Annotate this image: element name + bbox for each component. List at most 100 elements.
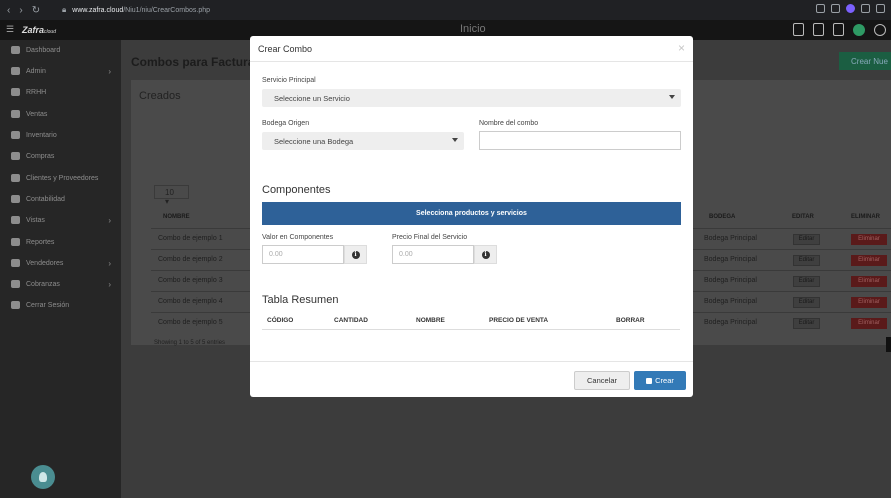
valor-info-addon[interactable]: i — [344, 245, 367, 264]
sidebar-item-inventario[interactable]: Inventario — [0, 126, 121, 144]
play-icon[interactable] — [861, 4, 870, 13]
close-icon[interactable]: × — [678, 41, 685, 55]
info-icon: i — [481, 250, 490, 259]
forward-icon[interactable]: › — [19, 5, 22, 16]
graduation-cap-icon[interactable] — [813, 23, 824, 36]
edit-icon — [11, 280, 20, 288]
sidebar-item-ventas[interactable]: Ventas — [0, 105, 121, 123]
report-icon — [11, 238, 20, 246]
logo-text: Zafra — [22, 25, 45, 35]
sidebar-item-compras[interactable]: Compras — [0, 147, 121, 165]
sidebar-item-dashboard[interactable]: Dashboard — [0, 41, 121, 59]
edit-button[interactable]: Editar — [793, 297, 820, 308]
sidebar-item-rrhh[interactable]: RRHH — [0, 83, 121, 101]
new-combo-button[interactable]: Crear Nue — [839, 52, 891, 70]
sidebar-item-contabilidad[interactable]: Contabilidad — [0, 190, 121, 208]
table-info: Showing 1 to 5 of 5 entries — [154, 340, 226, 346]
edit-button[interactable]: Editar — [793, 255, 820, 266]
avatar[interactable] — [853, 23, 865, 36]
nombre-combo-label: Nombre del combo — [479, 120, 539, 127]
sidebar-item-label: Admin — [26, 67, 46, 75]
save-icon — [646, 377, 653, 384]
wallet-icon[interactable] — [876, 4, 885, 13]
app-logo[interactable]: Zafracloud — [22, 25, 56, 35]
sidebar-item-vistas[interactable]: Vistas › — [0, 211, 121, 229]
sidebar-item-clientes[interactable]: Clientes y Proveedores — [0, 169, 121, 187]
delete-button[interactable]: Eliminar — [851, 234, 887, 245]
sidebar-item-cerrar-sesion[interactable]: Cerrar Sesión — [0, 296, 121, 314]
share-icon[interactable] — [816, 4, 825, 13]
column-header-nombre[interactable]: NOMBRE — [163, 214, 190, 220]
column-header-bodega[interactable]: BODEGA — [709, 214, 735, 220]
resumen-column-codigo: CÓDIGO — [267, 317, 294, 324]
row-name: Combo de ejemplo 2 — [158, 256, 223, 263]
delete-button[interactable]: Eliminar — [851, 255, 887, 266]
sidebar-item-reportes[interactable]: Reportes — [0, 233, 121, 251]
hamburger-icon[interactable]: ☰ — [6, 24, 14, 35]
sidebar-item-label: Cerrar Sesión — [26, 301, 70, 309]
delete-button[interactable]: Eliminar — [851, 276, 887, 287]
resumen-column-borrar: BORRAR — [616, 317, 645, 324]
edit-button[interactable]: Editar — [793, 318, 820, 329]
sidebar-item-label: RRHH — [26, 88, 47, 96]
delete-button[interactable]: Eliminar — [851, 318, 887, 329]
servicio-select[interactable]: Seleccione un Servicio — [262, 89, 681, 107]
mobile-icon[interactable] — [793, 23, 804, 36]
resumen-column-nombre: NOMBRE — [416, 317, 445, 324]
crear-combo-modal: Crear Combo × Servicio Principal Selecci… — [250, 36, 693, 397]
settings-icon[interactable] — [874, 23, 886, 36]
page-length-select[interactable]: 10 ▾ — [154, 185, 189, 206]
componentes-title: Componentes — [262, 184, 331, 196]
pagination-current[interactable]: 1 — [886, 337, 891, 352]
logo-suffix: cloud — [44, 29, 56, 35]
power-icon — [11, 301, 20, 309]
valor-componentes-input[interactable]: 0.00 — [262, 245, 344, 264]
edit-button[interactable]: Editar — [793, 234, 820, 245]
users-icon — [11, 88, 20, 96]
chevron-right-icon: › — [108, 215, 111, 225]
sidebar-item-cobranzas[interactable]: Cobranzas › — [0, 275, 121, 293]
sidebar-item-label: Contabilidad — [26, 195, 65, 203]
browser-nav: ‹ › ↻ — [0, 5, 60, 16]
resumen-header-divider — [262, 329, 680, 330]
nombre-combo-input[interactable] — [479, 131, 681, 150]
modal-header: Crear Combo × — [250, 36, 693, 62]
delete-button[interactable]: Eliminar — [851, 297, 887, 308]
topbar-icons — [793, 23, 886, 36]
column-header-editar: EDITAR — [792, 214, 814, 220]
user-icon — [11, 259, 20, 267]
valor-componentes-label: Valor en Componentes — [262, 234, 334, 241]
panel-title: Creados — [139, 90, 181, 102]
create-button[interactable]: Crear — [634, 371, 686, 390]
page-title: Combos para Facturaci — [131, 55, 265, 69]
wrench-icon — [11, 67, 20, 75]
precio-final-input[interactable]: 0.00 — [392, 245, 474, 264]
topbar-heading: Inicio — [460, 23, 486, 35]
cart-icon — [11, 152, 20, 160]
chevron-right-icon: › — [108, 258, 111, 268]
tags-icon[interactable] — [833, 23, 844, 36]
sidebar-item-label: Vistas — [26, 216, 45, 224]
info-icon: i — [351, 250, 360, 259]
chevron-right-icon: › — [108, 279, 111, 289]
sidebar-item-vendedores[interactable]: Vendedores › — [0, 254, 121, 272]
sidebar-item-label: Vendedores — [26, 259, 64, 267]
money-icon — [11, 110, 20, 118]
bodega-select[interactable]: Seleccione una Bodega — [262, 132, 464, 150]
sidebar-item-label: Compras — [26, 152, 55, 160]
screenshot-icon[interactable] — [831, 4, 840, 13]
lightbulb-icon[interactable] — [31, 465, 55, 489]
select-products-button[interactable]: Selecciona productos y servicios — [262, 202, 681, 225]
bodega-label: Bodega Origen — [262, 120, 310, 127]
reload-icon[interactable]: ↻ — [32, 5, 40, 16]
address-bar[interactable]: www.zafra.cloud/Niu1/niu/CrearCombos.php — [72, 7, 210, 14]
precio-final-label: Precio Final del Servicio — [392, 234, 468, 241]
precio-info-addon[interactable]: i — [474, 245, 497, 264]
cancel-button[interactable]: Cancelar — [574, 371, 630, 390]
extension-icon[interactable] — [846, 4, 855, 13]
back-icon[interactable]: ‹ — [7, 5, 10, 16]
sidebar-item-admin[interactable]: Admin › — [0, 62, 121, 80]
row-bodega: Bodega Principal — [704, 277, 757, 284]
edit-button[interactable]: Editar — [793, 276, 820, 287]
row-bodega: Bodega Principal — [704, 256, 757, 263]
